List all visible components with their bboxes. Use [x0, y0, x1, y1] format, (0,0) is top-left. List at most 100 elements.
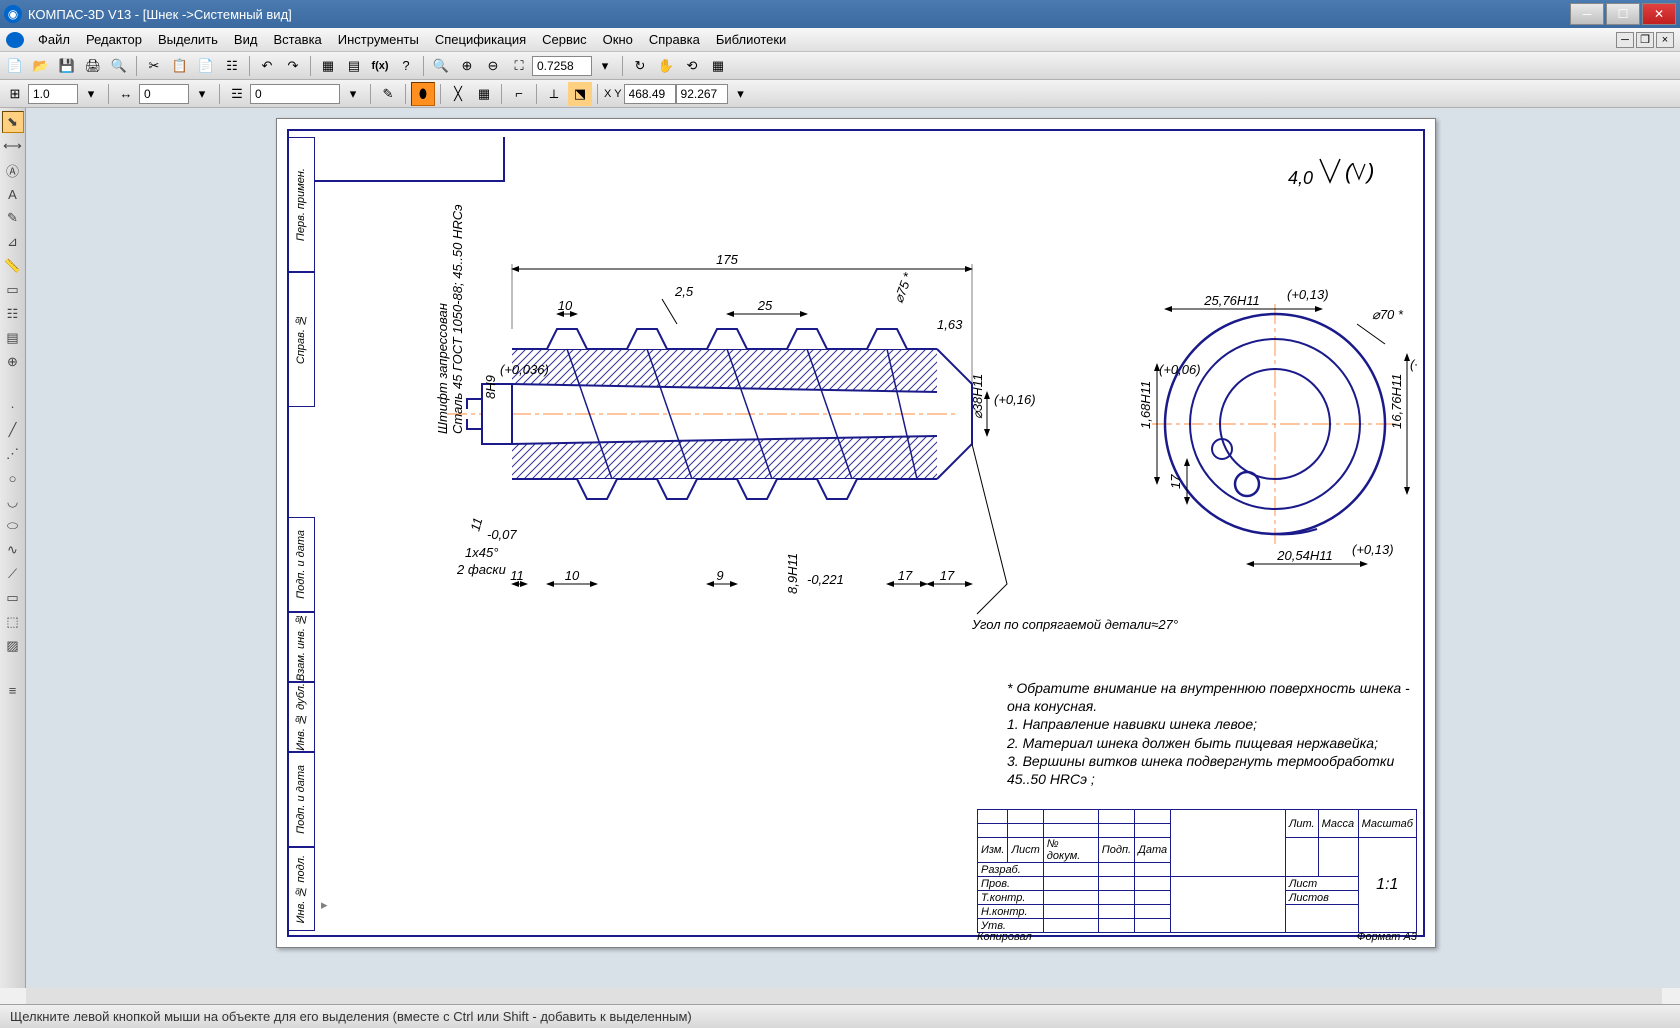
open-button[interactable]: 📂: [29, 54, 53, 78]
geometry-tool-icon[interactable]: ⬊: [2, 111, 24, 133]
ellipse-icon[interactable]: ⬭: [2, 515, 24, 537]
mdi-restore[interactable]: ❐: [1636, 32, 1654, 48]
circle-icon[interactable]: ○: [2, 467, 24, 489]
mgr1-button[interactable]: ▦: [316, 54, 340, 78]
line-icon[interactable]: ╱: [2, 419, 24, 441]
menu-file[interactable]: Файл: [30, 30, 78, 49]
redo-button[interactable]: ↷: [281, 54, 305, 78]
coord-y-input[interactable]: [676, 84, 728, 104]
orbit-button[interactable]: ⟲: [680, 54, 704, 78]
props-button[interactable]: ☷: [220, 54, 244, 78]
aux-line-icon[interactable]: ⋰: [2, 443, 24, 465]
chamfer-icon[interactable]: ⟋: [2, 563, 24, 585]
horizontal-scrollbar[interactable]: [26, 988, 1662, 1004]
menu-help[interactable]: Справка: [641, 30, 708, 49]
collect-icon[interactable]: ⬚: [2, 611, 24, 633]
svg-text:1,63: 1,63: [937, 317, 963, 332]
menu-editor[interactable]: Редактор: [78, 30, 150, 49]
edit-icon[interactable]: ✎: [376, 82, 400, 106]
zoom-out-button[interactable]: ⊖: [481, 54, 505, 78]
snap-toggle[interactable]: ⬮: [411, 82, 435, 106]
arc-icon[interactable]: ◡: [2, 491, 24, 513]
undo-button[interactable]: ↶: [255, 54, 279, 78]
pan-button[interactable]: ✋: [654, 54, 678, 78]
coord-drop[interactable]: ▾: [729, 82, 753, 106]
save-button[interactable]: 💾: [55, 54, 79, 78]
step-icon[interactable]: ↔: [114, 82, 138, 106]
mdi-close[interactable]: ×: [1656, 32, 1674, 48]
layer-drop[interactable]: ▾: [341, 82, 365, 106]
spec-tool-icon[interactable]: ☷: [2, 303, 24, 325]
layer-icon[interactable]: ☲: [225, 82, 249, 106]
zoom-in-button[interactable]: ⊕: [455, 54, 479, 78]
snap-end-icon[interactable]: ╳: [446, 82, 470, 106]
mgr2-button[interactable]: ▤: [342, 54, 366, 78]
svg-text:-0,07: -0,07: [487, 527, 517, 542]
menu-insert[interactable]: Вставка: [265, 30, 329, 49]
window-title: КОМПАС-3D V13 - [Шнек ->Системный вид]: [28, 7, 292, 22]
edit-tool-icon[interactable]: ✎: [2, 207, 24, 229]
zoom-drop[interactable]: ▾: [593, 54, 617, 78]
new-button[interactable]: 📄: [3, 54, 27, 78]
spline-icon[interactable]: ∿: [2, 539, 24, 561]
style-input[interactable]: [28, 84, 78, 104]
var-button[interactable]: f(x): [368, 54, 392, 78]
zoom-value-input[interactable]: [532, 56, 592, 76]
step-input[interactable]: [139, 84, 189, 104]
grid-icon[interactable]: ▦: [472, 82, 496, 106]
round-icon[interactable]: ⬔: [568, 82, 592, 106]
param-tool-icon[interactable]: ⊿: [2, 231, 24, 253]
zoom-fit-button[interactable]: ⛶: [507, 54, 531, 78]
mdi-minimize[interactable]: ─: [1616, 32, 1634, 48]
layer-input[interactable]: [250, 84, 340, 104]
paste-button[interactable]: 📄: [194, 54, 218, 78]
sidetab-sprav: Справ. №: [295, 314, 307, 364]
copy-button[interactable]: 📋: [168, 54, 192, 78]
menu-tools[interactable]: Инструменты: [330, 30, 427, 49]
help-button[interactable]: ?: [394, 54, 418, 78]
style-drop[interactable]: ▾: [79, 82, 103, 106]
close-button[interactable]: ✕: [1642, 3, 1676, 25]
canvas-area[interactable]: Перв. примен. Справ. № Подп. и дата Взам…: [26, 108, 1680, 988]
eq-dist-icon[interactable]: ≡: [2, 679, 24, 701]
report-tool-icon[interactable]: ▤: [2, 327, 24, 349]
svg-text:(+0,036): (+0,036): [500, 362, 549, 377]
zoom-window-button[interactable]: 🔍: [429, 54, 453, 78]
menu-libraries[interactable]: Библиотеки: [708, 30, 794, 49]
svg-text:16,76H11: 16,76H11: [1389, 374, 1404, 429]
select-tool-icon[interactable]: ▭: [2, 279, 24, 301]
menu-select[interactable]: Выделить: [150, 30, 226, 49]
insert-tool-icon[interactable]: ⊕: [2, 351, 24, 373]
menu-window[interactable]: Окно: [595, 30, 641, 49]
refresh-button[interactable]: ↻: [628, 54, 652, 78]
dim-tool-icon[interactable]: ⟷: [2, 135, 24, 157]
svg-text:(+0,13): (+0,13): [1410, 357, 1417, 372]
svg-text:2,5: 2,5: [674, 284, 694, 299]
preview-button[interactable]: 🔍: [107, 54, 131, 78]
measure-tool-icon[interactable]: 📏: [2, 255, 24, 277]
cut-button[interactable]: ✂: [142, 54, 166, 78]
ortho-icon[interactable]: ⌐: [507, 82, 531, 106]
coord-x-input[interactable]: [624, 84, 676, 104]
svg-text:(+0,16): (+0,16): [994, 392, 1036, 407]
menu-view[interactable]: Вид: [226, 30, 266, 49]
rect-icon[interactable]: ▭: [2, 587, 24, 609]
svg-text:11: 11: [467, 516, 485, 533]
hatch-icon[interactable]: ▨: [2, 635, 24, 657]
perp-icon[interactable]: ⟂: [542, 82, 566, 106]
sidetab-invdub: Инв. № дубл.: [295, 683, 307, 751]
menu-spec[interactable]: Спецификация: [427, 30, 534, 49]
svg-text:25: 25: [757, 298, 773, 313]
point-icon[interactable]: ·: [2, 395, 24, 417]
minimize-button[interactable]: ─: [1570, 3, 1604, 25]
step-drop[interactable]: ▾: [190, 82, 214, 106]
text-tool-icon[interactable]: A: [2, 183, 24, 205]
maximize-button[interactable]: ☐: [1606, 3, 1640, 25]
menu-service[interactable]: Сервис: [534, 30, 595, 49]
views-button[interactable]: ▦: [706, 54, 730, 78]
designation-tool-icon[interactable]: Ⓐ: [2, 159, 24, 181]
print-button[interactable]: 🖨: [81, 54, 105, 78]
svg-text:⌀38H11: ⌀38H11: [970, 374, 985, 419]
svg-text:11: 11: [510, 568, 524, 583]
snap-grid-icon[interactable]: ⊞: [3, 82, 27, 106]
